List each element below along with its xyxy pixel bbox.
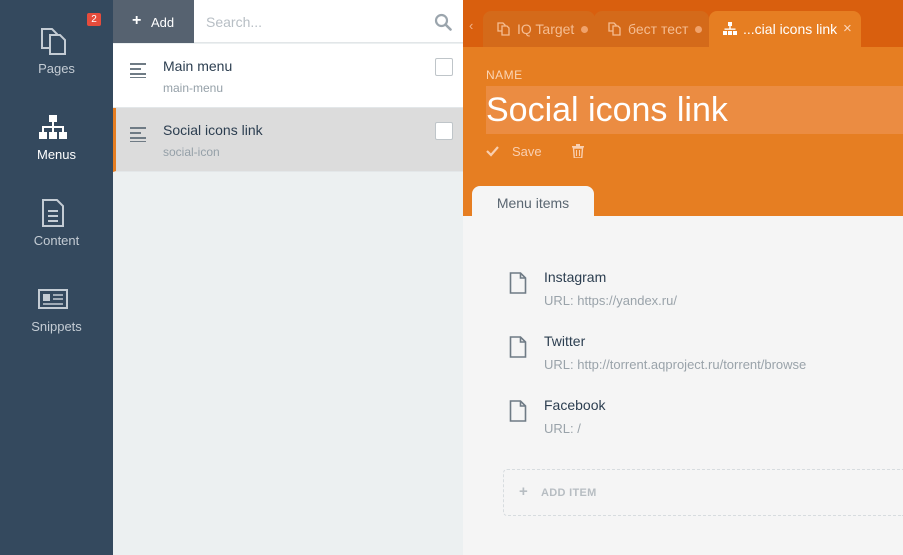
plus-icon: + <box>132 12 142 29</box>
nav-item-content[interactable]: Content <box>0 172 113 258</box>
nav-item-snippets[interactable]: Snippets <box>0 258 113 344</box>
close-icon[interactable]: × <box>843 20 852 37</box>
tab-label: ...cial icons link <box>743 21 838 37</box>
tab-menu-items[interactable]: Menu items <box>472 186 594 216</box>
pages-badge: 2 <box>87 13 101 26</box>
menu-item-row[interactable]: Twitter URL: http://torrent.aqproject.ru… <box>509 333 889 385</box>
list-item-title: Main menu <box>163 58 233 74</box>
trash-icon[interactable] <box>572 144 584 158</box>
nav-item-pages[interactable]: 2 Pages <box>0 0 113 86</box>
tab-label: бест тест <box>628 21 689 37</box>
menu-lines-icon <box>130 127 146 142</box>
name-field[interactable] <box>486 86 903 134</box>
row-checkbox[interactable] <box>435 58 453 76</box>
nav-item-menus[interactable]: Menus <box>0 86 113 172</box>
tab-social-icons-link[interactable]: ...cial icons link × <box>709 11 861 47</box>
menu-lines-icon <box>130 63 146 78</box>
nav-label-menus: Menus <box>36 147 77 162</box>
search-input[interactable] <box>206 12 426 32</box>
document-icon <box>509 272 527 294</box>
menu-item-url: URL: http://torrent.aqproject.ru/torrent… <box>544 357 807 372</box>
list-item-slug: social-icon <box>163 145 220 159</box>
save-button-label: Save <box>512 144 542 159</box>
menu-editor: ‹ IQ Target бест тест ...cial icons link… <box>463 0 903 555</box>
nav-label-snippets: Snippets <box>31 319 82 334</box>
tab-label: IQ Target <box>517 21 575 37</box>
add-item-button[interactable]: + ADD ITEM <box>503 469 903 516</box>
tab-best-test[interactable]: бест тест <box>594 11 709 47</box>
nav-label-pages: Pages <box>38 61 75 76</box>
list-item-title: Social icons link <box>163 122 263 138</box>
pages-icon <box>497 22 510 36</box>
menu-item-row[interactable]: Instagram URL: https://yandex.ru/ <box>509 269 889 321</box>
menu-item-url: URL: https://yandex.ru/ <box>544 293 677 308</box>
search-icon[interactable] <box>434 13 452 31</box>
list-item[interactable]: Main menu main-menu <box>113 44 463 108</box>
check-icon <box>486 146 499 157</box>
menu-item-title: Instagram <box>544 269 607 285</box>
unsaved-dot-icon <box>695 26 702 33</box>
tab-bar: ‹ IQ Target бест тест ...cial icons link… <box>463 0 903 47</box>
list-item[interactable]: Social icons link social-icon <box>113 108 463 172</box>
add-button-label: Add <box>151 15 175 30</box>
nav-label-content: Content <box>33 233 80 248</box>
add-item-label: ADD ITEM <box>541 487 597 499</box>
add-button[interactable]: + Add <box>113 0 194 43</box>
main-navigation: 2 Pages Menus Content Snippets <box>0 0 113 555</box>
editor-header: ‹ IQ Target бест тест ...cial icons link… <box>463 0 903 216</box>
plus-icon: + <box>519 483 529 500</box>
search-box <box>194 0 463 43</box>
pages-icon <box>41 28 66 55</box>
pages-icon <box>608 22 621 36</box>
unsaved-dot-icon <box>581 26 588 33</box>
sitemap-icon <box>39 115 67 139</box>
document-icon <box>509 400 527 422</box>
menu-item-url: URL: / <box>544 421 581 436</box>
tab-iq-target[interactable]: IQ Target <box>483 11 595 47</box>
menu-item-title: Facebook <box>544 397 606 413</box>
sitemap-icon <box>723 22 737 35</box>
document-icon <box>42 199 64 227</box>
row-checkbox[interactable] <box>435 122 453 140</box>
name-field-label: NAME <box>486 68 523 82</box>
menu-item-row[interactable]: Facebook URL: / <box>509 397 889 449</box>
document-icon <box>509 336 527 358</box>
list-item-slug: main-menu <box>163 81 224 95</box>
newspaper-icon <box>38 289 68 309</box>
save-button[interactable]: Save <box>486 143 546 161</box>
menus-list-panel: + Add Main menu main-menu Social icons l… <box>113 0 463 555</box>
menu-item-title: Twitter <box>544 333 586 349</box>
chevron-left-icon[interactable]: ‹ <box>469 18 473 33</box>
